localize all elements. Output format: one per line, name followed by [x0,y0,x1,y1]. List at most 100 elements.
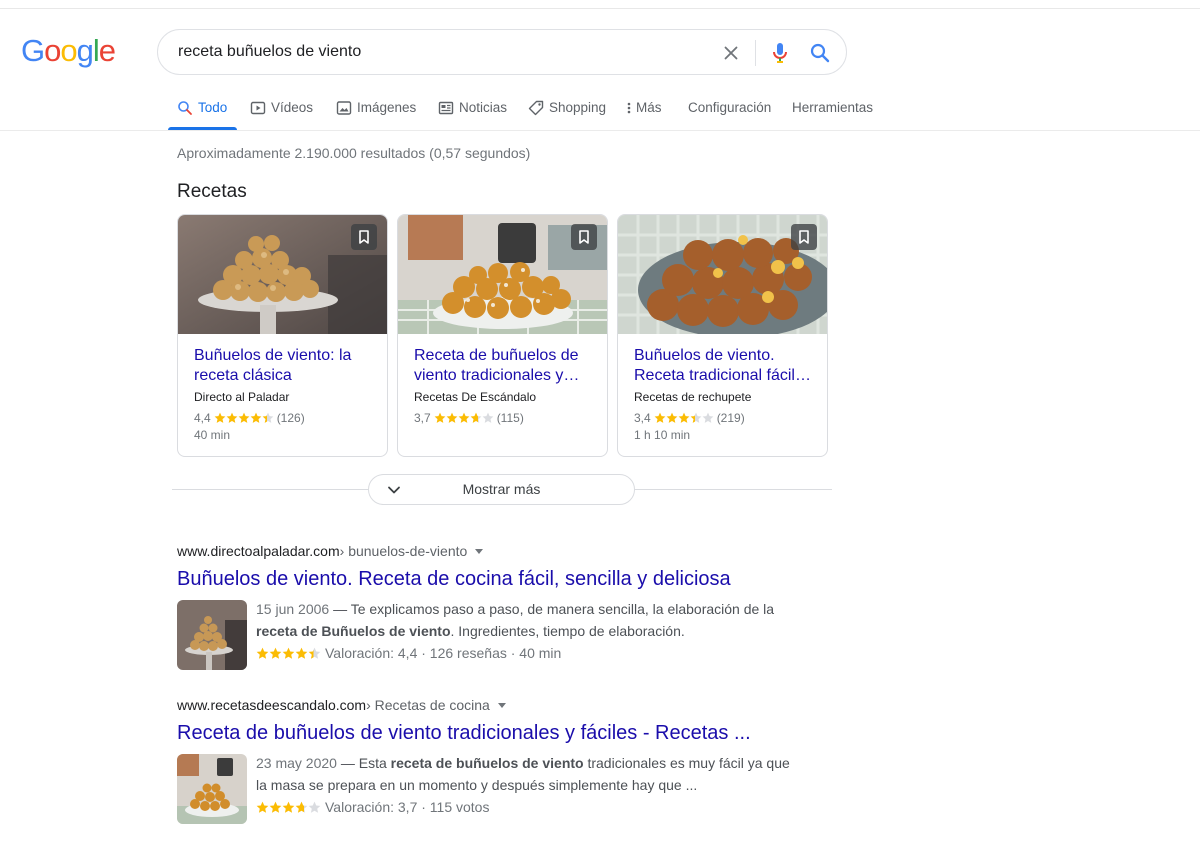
bookmark-button[interactable] [351,224,377,250]
star-icon [256,801,269,813]
rating-value: 3,4 [634,411,651,425]
recipes-heading: Recetas [177,181,247,202]
google-logo[interactable]: Google [21,33,116,69]
snippet-highlight: receta de Buñuelos de viento [256,623,451,639]
star-rating [214,412,274,424]
rating-text: Valoración: 4,4 · 126 reseñas · 40 min [325,645,562,661]
microphone-icon[interactable] [768,41,792,65]
star-icon [458,412,470,423]
tab-label: Imágenes [357,100,417,115]
tag-icon [528,100,544,116]
recipe-rating: 3,4 (219) [634,411,745,425]
search-result: www.directoalpaladar.com › bunuelos-de-v… [177,543,817,670]
star-icon [256,647,269,659]
recipe-source: Directo al Paladar [194,390,290,404]
search-box [157,29,847,75]
star-rating [256,647,321,660]
star-icon [269,647,282,659]
recipe-source: Recetas de rechupete [634,390,752,404]
star-icon [214,412,226,423]
star-icon [308,647,321,659]
star-icon [269,801,282,813]
recipe-title[interactable]: Buñuelos de viento. Receta tradicional f… [634,346,816,386]
result-snippet: 15 jun 2006 — Te explicamos paso a paso,… [256,598,796,664]
tab-label: Shopping [549,100,607,115]
recipe-title[interactable]: Buñuelos de viento: la receta clásica [194,346,376,386]
tab-herramientas[interactable]: Herramientas [792,96,873,130]
snippet-text: — Esta [336,755,391,771]
recipe-time: 1 h 10 min [634,428,691,442]
bookmark-icon [799,230,809,244]
recipe-card[interactable]: Buñuelos de viento. Receta tradicional f… [617,214,828,457]
search-icon [178,101,192,115]
tab-shopping[interactable]: Shopping [528,96,606,130]
show-more-label: Mostrar más [462,481,541,497]
star-icon [250,412,262,423]
show-more-button[interactable]: Mostrar más [368,474,635,505]
review-count: (126) [276,411,305,425]
star-icon [308,801,321,813]
star-icon [654,412,666,423]
tab-mas[interactable]: Más [626,96,662,130]
star-icon [690,412,702,423]
more-vert-icon [627,102,631,114]
search-tabs: Todo Vídeos Imágenes Noticias Shopping M… [0,96,1200,130]
recipe-card[interactable]: Buñuelos de viento: la receta clásica Di… [177,214,388,457]
star-icon [434,412,446,423]
caret-down-icon[interactable] [497,702,506,708]
star-icon [226,412,238,423]
bookmark-button[interactable] [571,224,597,250]
result-date: 23 may 2020 [256,755,337,771]
recipe-title[interactable]: Receta de buñuelos de viento tradicional… [414,346,596,386]
star-icon [262,412,274,423]
tabs-divider [0,130,1200,131]
tab-label: Todo [198,100,228,115]
tab-imagenes[interactable]: Imágenes [336,96,416,130]
rating-text: Valoración: 3,7 · 115 votos [325,799,490,815]
tab-videos[interactable]: Vídeos [250,96,313,130]
result-title[interactable]: Buñuelos de viento. Receta de cocina fác… [177,566,817,592]
star-icon [470,412,482,423]
snippet-text: . Ingredientes, tiempo de elaboración. [450,623,685,639]
star-icon [446,412,458,423]
bookmark-button[interactable] [791,224,817,250]
recipe-source: Recetas De Escándalo [414,390,537,404]
bookmark-icon [579,230,589,244]
tab-todo[interactable]: Todo [167,96,238,130]
star-icon [295,801,308,813]
recipe-card[interactable]: Receta de buñuelos de viento tradicional… [397,214,608,457]
tab-label: Configuración [688,100,772,115]
logo-letter: o [44,33,61,68]
star-rating [434,412,494,424]
recipe-rating: 4,4 (126) [194,411,305,425]
result-title[interactable]: Receta de buñuelos de viento tradicional… [177,720,817,746]
logo-letter: G [21,33,45,68]
search-icon[interactable] [808,41,832,65]
snippet-text: — Te explicamos paso a paso, de manera s… [329,601,775,617]
result-domain: www.directoalpaladar.com [177,543,340,559]
result-breadcrumb: › Recetas de cocina [366,697,490,713]
rating-value: 4,4 [194,411,211,425]
logo-letter: o [60,33,77,68]
close-icon[interactable] [720,42,742,64]
bookmark-icon [359,230,369,244]
tab-noticias[interactable]: Noticias [438,96,507,130]
star-icon [666,412,678,423]
star-rating [654,412,714,424]
tab-label: Noticias [459,100,508,115]
result-snippet: 23 may 2020 — Esta receta de buñuelos de… [256,752,796,818]
tab-configuracion[interactable]: Configuración [688,96,771,130]
result-rating: Valoración: 3,7 · 115 votos [256,796,796,818]
result-date: 15 jun 2006 [256,601,330,617]
result-url[interactable]: www.directoalpaladar.com › bunuelos-de-v… [177,543,817,559]
search-input[interactable] [178,41,698,63]
star-rating [256,801,321,814]
result-url[interactable]: www.recetasdeescandalo.com › Recetas de … [177,697,817,713]
result-thumbnail[interactable] [177,600,247,670]
tab-label: Vídeos [271,100,314,115]
result-breadcrumb: › bunuelos-de-viento [339,543,468,559]
video-icon [250,101,266,115]
top-divider [0,8,1200,9]
caret-down-icon[interactable] [475,548,484,554]
result-thumbnail[interactable] [177,754,247,824]
